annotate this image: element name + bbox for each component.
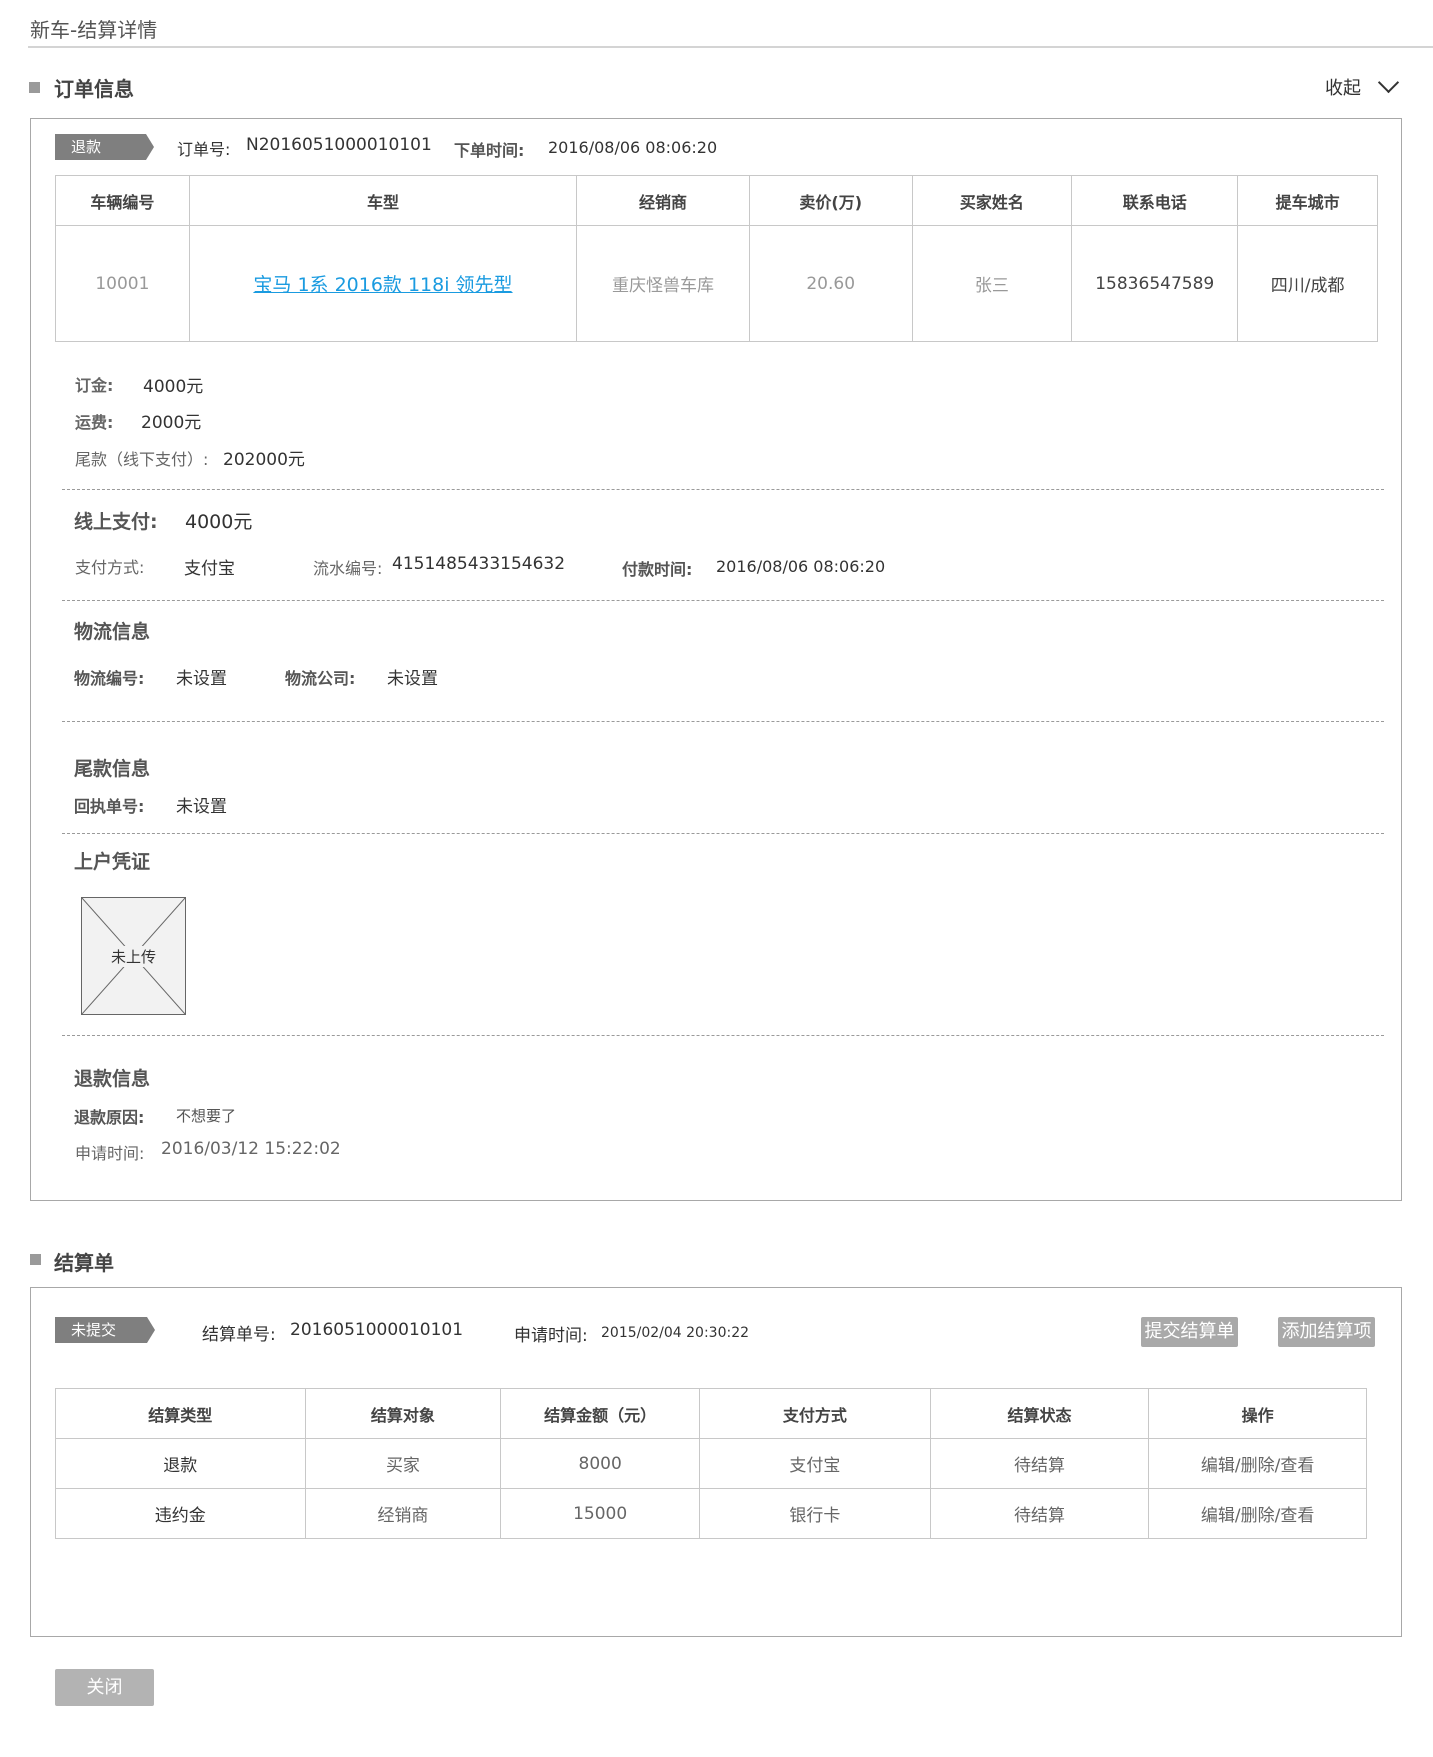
divider xyxy=(62,600,1384,601)
cell-type: 违约金 xyxy=(55,1488,306,1539)
header-phone: 联系电话 xyxy=(1071,175,1239,226)
cell-target: 买家 xyxy=(304,1438,502,1489)
cell-amount: 15000 xyxy=(500,1488,701,1539)
divider xyxy=(62,721,1384,722)
table-row: 退款 买家 8000 支付宝 待结算 编辑/删除/查看 xyxy=(55,1438,1367,1489)
deposit-label: 订金: xyxy=(75,376,114,395)
chevron-down-icon xyxy=(1377,71,1400,94)
settlement-section-heading: 结算单 xyxy=(54,1251,114,1275)
registration-image-placeholder: 未上传 xyxy=(81,897,186,1015)
table-row: 违约金 经销商 15000 银行卡 待结算 编辑/删除/查看 xyxy=(55,1488,1367,1539)
cell-type: 退款 xyxy=(55,1438,306,1489)
section-marker-icon xyxy=(29,82,40,93)
pay-method: 支付宝 xyxy=(184,559,235,579)
table-header-row: 车辆编号 车型 经销商 卖价(万) 买家姓名 联系电话 提车城市 xyxy=(55,175,1378,226)
order-time-label: 下单时间: xyxy=(454,141,525,160)
header-settlement-target: 结算对象 xyxy=(304,1388,502,1439)
refund-reason-label: 退款原因: xyxy=(74,1108,145,1127)
collapse-toggle[interactable]: 收起 xyxy=(1325,71,1405,103)
order-no-label: 订单号: xyxy=(177,140,231,159)
header-buyer: 买家姓名 xyxy=(911,175,1073,226)
header-city: 提车城市 xyxy=(1237,175,1378,226)
header-price: 卖价(万) xyxy=(748,175,913,226)
online-pay-label: 线上支付: xyxy=(74,511,158,533)
divider xyxy=(62,489,1384,490)
pay-time-label: 付款时间: xyxy=(622,560,693,579)
row-actions[interactable]: 编辑/删除/查看 xyxy=(1148,1438,1367,1489)
logistics-no-label: 物流编号: xyxy=(74,669,145,688)
header-actions: 操作 xyxy=(1148,1388,1367,1439)
cell-price: 20.60 xyxy=(748,225,913,342)
settlement-no-label: 结算单号: xyxy=(202,1325,276,1345)
serial-label: 流水编号: xyxy=(313,559,383,578)
logistics-no: 未设置 xyxy=(176,669,227,689)
car-model-link[interactable]: 宝马 1系 2016款 118i 领先型 xyxy=(253,274,512,296)
balance-label: 尾款（线下支付）: xyxy=(75,450,209,469)
refund-apply-time: 2016/03/12 15:22:02 xyxy=(161,1139,341,1159)
order-no: N2016051000010101 xyxy=(246,135,432,155)
close-button[interactable]: 关闭 xyxy=(55,1669,154,1706)
collapse-label: 收起 xyxy=(1325,78,1361,99)
cell-buyer: 张三 xyxy=(911,225,1073,342)
refund-reason: 不想要了 xyxy=(176,1107,237,1125)
balance-info-heading: 尾款信息 xyxy=(74,758,151,780)
balance-value: 202000元 xyxy=(223,450,305,470)
header-vehicle-no: 车辆编号 xyxy=(55,175,190,226)
add-settlement-item-button[interactable]: 添加结算项 xyxy=(1278,1317,1375,1347)
table-header-row: 结算类型 结算对象 结算金额（元） 支付方式 结算状态 操作 xyxy=(55,1388,1367,1439)
header-settlement-status: 结算状态 xyxy=(929,1388,1150,1439)
cell-model: 宝马 1系 2016款 118i 领先型 xyxy=(188,225,578,342)
cell-phone: 15836547589 xyxy=(1071,225,1239,342)
cell-method: 支付宝 xyxy=(699,1438,931,1489)
header-settlement-amount: 结算金额（元） xyxy=(500,1388,701,1439)
order-status-tag: 退款 xyxy=(55,134,154,160)
submit-settlement-button[interactable]: 提交结算单 xyxy=(1141,1317,1238,1347)
settlement-apply-time-label: 申请时间: xyxy=(514,1326,588,1346)
pay-time: 2016/08/06 08:06:20 xyxy=(716,557,886,576)
image-placeholder-label: 未上传 xyxy=(109,946,159,967)
freight-value: 2000元 xyxy=(141,413,202,433)
header-settlement-type: 结算类型 xyxy=(55,1388,306,1439)
page-title: 新车-结算详情 xyxy=(30,18,158,42)
divider xyxy=(62,833,1384,834)
cell-status: 待结算 xyxy=(929,1488,1150,1539)
cell-target: 经销商 xyxy=(304,1488,502,1539)
cell-city: 四川/成都 xyxy=(1237,225,1378,342)
vehicle-table: 车辆编号 车型 经销商 卖价(万) 买家姓名 联系电话 提车城市 10001 宝… xyxy=(55,175,1378,342)
header-payment-method: 支付方式 xyxy=(699,1388,931,1439)
divider xyxy=(62,1035,1384,1036)
table-row: 10001 宝马 1系 2016款 118i 领先型 重庆怪兽车库 20.60 … xyxy=(55,225,1378,342)
pay-method-label: 支付方式: xyxy=(75,558,145,577)
cell-vehicle-no: 10001 xyxy=(55,225,190,342)
cell-method: 银行卡 xyxy=(699,1488,931,1539)
settlement-apply-time: 2015/02/04 20:30:22 xyxy=(601,1325,750,1341)
registration-heading: 上户凭证 xyxy=(74,851,151,873)
serial-no: 4151485433154632 xyxy=(392,554,566,574)
logistics-company-label: 物流公司: xyxy=(285,669,356,688)
receipt-no: 未设置 xyxy=(176,797,227,817)
order-section-heading: 订单信息 xyxy=(54,77,134,101)
header-dealer: 经销商 xyxy=(576,175,750,226)
cell-amount: 8000 xyxy=(500,1438,701,1489)
cell-status: 待结算 xyxy=(929,1438,1150,1489)
settlement-status-tag: 未提交 xyxy=(55,1317,155,1343)
section-marker-icon xyxy=(30,1254,41,1265)
settlement-table: 结算类型 结算对象 结算金额（元） 支付方式 结算状态 操作 退款 买家 800… xyxy=(55,1388,1367,1539)
online-pay-amount: 4000元 xyxy=(185,511,253,533)
refund-heading: 退款信息 xyxy=(74,1068,151,1090)
deposit-value: 4000元 xyxy=(143,377,204,397)
order-time: 2016/08/06 08:06:20 xyxy=(548,138,718,157)
refund-apply-time-label: 申请时间: xyxy=(75,1144,145,1163)
logistics-heading: 物流信息 xyxy=(74,621,151,643)
cell-dealer: 重庆怪兽车库 xyxy=(576,225,750,342)
receipt-label: 回执单号: xyxy=(74,797,145,816)
settlement-no: 2016051000010101 xyxy=(290,1320,464,1340)
title-divider xyxy=(28,46,1433,48)
row-actions[interactable]: 编辑/删除/查看 xyxy=(1148,1488,1367,1539)
logistics-company: 未设置 xyxy=(387,669,438,689)
header-model: 车型 xyxy=(188,175,578,226)
freight-label: 运费: xyxy=(75,413,114,432)
